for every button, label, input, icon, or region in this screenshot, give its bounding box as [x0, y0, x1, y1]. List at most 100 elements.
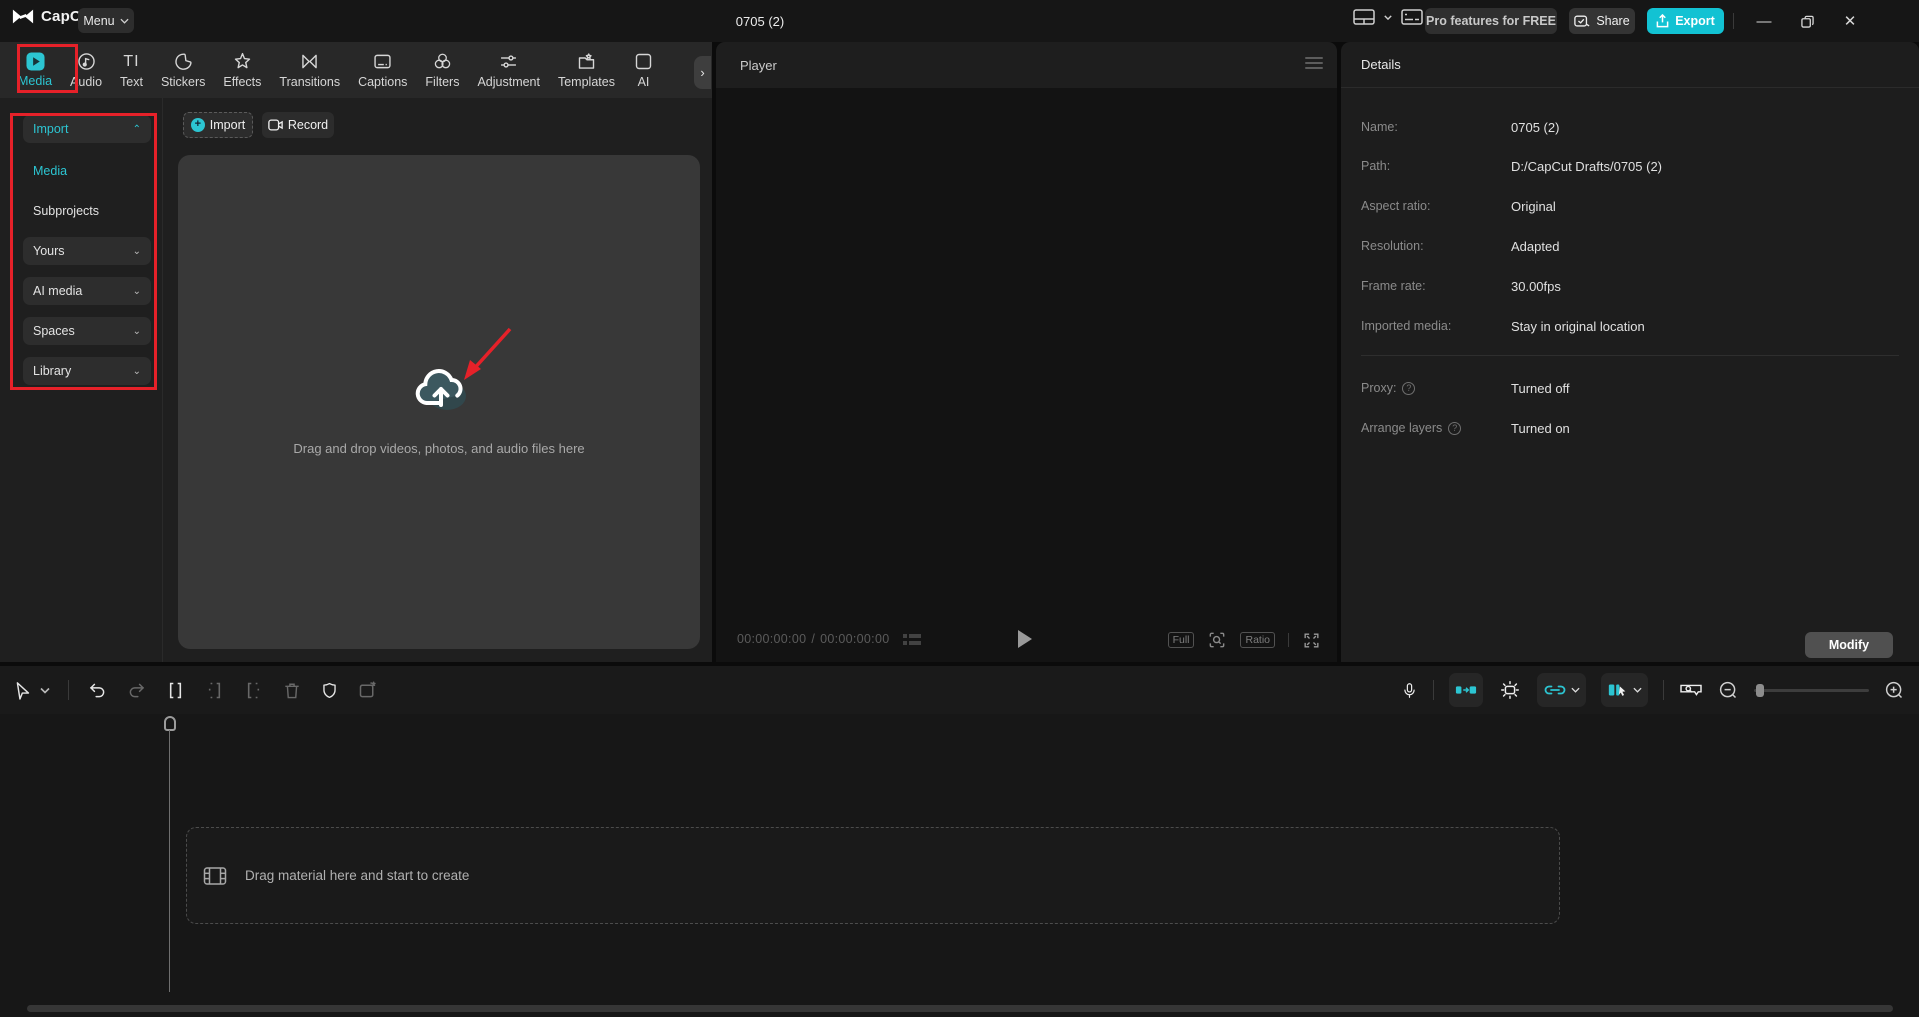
voiceover-mic-icon[interactable]: [1401, 680, 1418, 701]
plus-icon: +: [190, 118, 205, 132]
ai-icon: [635, 53, 652, 70]
new-draft-icon[interactable]: [357, 680, 378, 701]
tab-transitions[interactable]: Transitions: [270, 44, 349, 96]
details-panel: Details Name: 0705 (2) Path: D:/CapCut D…: [1341, 42, 1919, 662]
auto-snap-toggle[interactable]: [1449, 673, 1483, 707]
import-media-button[interactable]: + Import: [183, 112, 253, 138]
tab-audio[interactable]: Audio: [61, 44, 111, 96]
timeline-zoom-slider[interactable]: [1754, 683, 1869, 697]
chevron-down-icon: [1633, 687, 1642, 693]
preview-axis-icon[interactable]: [1498, 679, 1522, 701]
detail-row-proxy: Proxy: ? Turned off: [1361, 380, 1570, 396]
chevron-down-icon: ⌄: [132, 325, 141, 337]
horizontal-scrollbar[interactable]: [27, 1005, 1893, 1012]
fullscreen-icon[interactable]: [1302, 631, 1321, 650]
delete-right-icon[interactable]: [243, 680, 264, 701]
camera-icon: [268, 119, 283, 131]
share-button[interactable]: Share: [1569, 8, 1635, 34]
effects-star-icon: [234, 52, 251, 69]
shortcuts-icon[interactable]: [1401, 9, 1423, 25]
mask-icon[interactable]: [320, 680, 339, 701]
export-button[interactable]: Export: [1647, 8, 1724, 34]
audio-icon: [77, 53, 95, 70]
delete-icon[interactable]: [282, 680, 302, 701]
chevron-down-icon: ⌄: [132, 245, 141, 257]
tab-filters[interactable]: Filters: [416, 44, 468, 96]
tab-stickers[interactable]: Stickers: [152, 44, 214, 96]
details-header: Details: [1341, 42, 1919, 88]
transitions-icon: [302, 54, 317, 69]
zoom-in-icon[interactable]: [1884, 680, 1905, 701]
timeline-ruler-icon[interactable]: [1679, 680, 1703, 700]
capcut-logo-icon: [12, 9, 34, 24]
player-controls: 00:00:00:00 / 00:00:00:00 Full Ratio: [716, 618, 1337, 662]
zoom-out-icon[interactable]: [1718, 680, 1739, 701]
zoom-slider-handle[interactable]: [1756, 683, 1764, 697]
close-button[interactable]: ✕: [1831, 0, 1869, 42]
record-button[interactable]: Record: [262, 112, 334, 138]
tab-text[interactable]: TI Text: [111, 44, 152, 96]
media-play-icon: [25, 52, 45, 71]
player-header: Player: [716, 42, 1337, 88]
tab-ai-clipped[interactable]: AI: [624, 44, 663, 96]
tab-media[interactable]: Media: [9, 44, 61, 96]
cursor-mode-chevron-icon[interactable]: [40, 687, 50, 694]
player-menu-icon[interactable]: [1305, 57, 1323, 71]
sidebar-item-ai-media[interactable]: AI media ⌄: [23, 277, 151, 305]
restore-button[interactable]: [1788, 0, 1826, 42]
playhead-handle[interactable]: [164, 716, 176, 731]
adjustment-icon: [501, 55, 517, 68]
link-toggle[interactable]: [1537, 673, 1586, 707]
tabstrip-scroll-right-button[interactable]: ›: [694, 56, 711, 89]
chevron-up-icon: ⌃: [132, 123, 141, 135]
sidebar-item-subprojects[interactable]: Subprojects: [23, 200, 151, 222]
tab-adjustment[interactable]: Adjustment: [468, 44, 549, 96]
media-content-area: + Import Record Drag and drop videos, ph…: [163, 98, 712, 662]
annotation-arrow: [464, 327, 512, 380]
share-icon: [1574, 15, 1590, 27]
media-dropzone[interactable]: Drag and drop videos, photos, and audio …: [178, 155, 700, 649]
tab-templates[interactable]: Templates: [549, 44, 624, 96]
tab-captions[interactable]: Captions: [349, 44, 416, 96]
titlebar-separator: [1733, 13, 1734, 29]
templates-icon: [578, 53, 595, 69]
full-size-toggle[interactable]: Full: [1167, 632, 1195, 648]
auto-select-toggle[interactable]: [1601, 673, 1648, 707]
ratio-toggle[interactable]: Ratio: [1240, 632, 1275, 648]
film-strip-icon: [203, 866, 227, 885]
timeline-area[interactable]: Drag material here and start to create: [0, 714, 1919, 1017]
select-cursor-icon[interactable]: [14, 681, 31, 700]
undo-icon[interactable]: [87, 680, 108, 701]
minimize-button[interactable]: —: [1745, 0, 1783, 42]
modify-button[interactable]: Modify: [1805, 632, 1893, 658]
sidebar-item-spaces[interactable]: Spaces ⌄: [23, 317, 151, 345]
sidebar-item-import[interactable]: Import ⌃: [23, 115, 151, 143]
tab-effects[interactable]: Effects: [214, 44, 270, 96]
sidebar-item-library[interactable]: Library ⌄: [23, 357, 151, 385]
preview-zoom-icon[interactable]: [1207, 630, 1227, 650]
delete-left-icon[interactable]: [204, 680, 225, 701]
media-library-panel: Media Audio TI Text Stickers Effects Tra…: [0, 42, 712, 662]
layout-switch-icon[interactable]: [1353, 9, 1375, 25]
player-title: Player: [740, 57, 777, 73]
chevron-down-icon: ⌄: [132, 365, 141, 377]
player-panel: Player 00:00:00:00 / 00:00:00:00 Full Ra…: [716, 42, 1337, 662]
menu-button[interactable]: Menu: [78, 8, 134, 33]
snap-icon: [1455, 686, 1477, 694]
sidebar-item-media[interactable]: Media: [23, 160, 151, 182]
layout-chevron-icon[interactable]: [1384, 14, 1392, 20]
details-divider: [1361, 355, 1899, 356]
detail-row-arrange-layers: Arrange layers ? Turned on: [1361, 420, 1570, 436]
split-icon[interactable]: [165, 680, 186, 701]
play-button[interactable]: [1018, 630, 1032, 648]
frame-list-icon[interactable]: [902, 632, 922, 648]
info-icon[interactable]: ?: [1402, 381, 1416, 395]
pro-features-button[interactable]: Pro features for FREE: [1425, 8, 1557, 34]
details-title: Details: [1361, 57, 1401, 72]
redo-icon[interactable]: [126, 680, 147, 701]
sidebar-item-yours[interactable]: Yours ⌄: [23, 237, 151, 265]
detail-row-path: Path: D:/CapCut Drafts/0705 (2): [1361, 158, 1663, 174]
link-icon: [1544, 685, 1566, 695]
info-icon[interactable]: ?: [1448, 421, 1462, 435]
timeline-dropzone[interactable]: Drag material here and start to create: [186, 827, 1560, 924]
